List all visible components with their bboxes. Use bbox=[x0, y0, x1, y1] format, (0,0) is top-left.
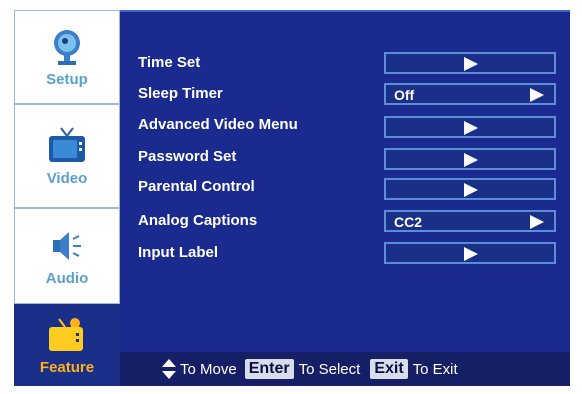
navigation-help-bar: To Move Enter To Select Exit To Exit bbox=[120, 352, 570, 386]
menu-label-advanced-video-menu[interactable]: Advanced Video Menu bbox=[138, 116, 298, 133]
feature-tv-icon bbox=[45, 315, 89, 355]
exit-key: Exit bbox=[370, 359, 408, 379]
play-arrow-icon bbox=[464, 153, 478, 167]
play-arrow-icon bbox=[464, 247, 478, 261]
tv-settings-screen: Setup Video Audio Feature Time Set Sleep… bbox=[0, 0, 582, 394]
menu-label-time-set[interactable]: Time Set bbox=[138, 54, 200, 71]
menu-label-password-set[interactable]: Password Set bbox=[138, 148, 236, 165]
analog-captions-field[interactable]: CC2 bbox=[384, 210, 556, 232]
select-hint: To Select bbox=[298, 360, 361, 378]
enter-key: Enter bbox=[244, 359, 294, 379]
play-arrow-icon bbox=[464, 121, 478, 135]
move-hint: To Move bbox=[180, 360, 237, 378]
exit-hint: To Exit bbox=[412, 360, 458, 378]
analog-captions-value: CC2 bbox=[394, 214, 423, 230]
feature-menu-panel: Time Set Sleep Timer Off Advanced Video … bbox=[120, 10, 570, 386]
play-arrow-icon bbox=[464, 183, 478, 197]
up-down-arrows-icon bbox=[162, 359, 176, 379]
category-sidebar: Setup Video Audio Feature bbox=[14, 10, 120, 386]
sidebar-item-feature[interactable]: Feature bbox=[14, 304, 120, 386]
sidebar-item-label: Audio bbox=[45, 269, 89, 287]
speaker-icon bbox=[45, 226, 89, 266]
input-label-field[interactable] bbox=[384, 242, 556, 264]
sidebar-item-label: Setup bbox=[46, 70, 88, 88]
menu-label-input-label[interactable]: Input Label bbox=[138, 244, 218, 261]
menu-label-analog-captions[interactable]: Analog Captions bbox=[138, 212, 257, 229]
play-arrow-icon bbox=[530, 215, 544, 229]
satellite-dish-icon bbox=[45, 27, 89, 67]
play-arrow-icon bbox=[464, 57, 478, 71]
sidebar-item-video[interactable]: Video bbox=[14, 104, 120, 208]
menu-label-sleep-timer[interactable]: Sleep Timer bbox=[138, 85, 223, 102]
sleep-timer-field[interactable]: Off bbox=[384, 83, 556, 105]
tv-icon bbox=[45, 126, 89, 166]
sidebar-item-label: Feature bbox=[39, 358, 95, 376]
advanced-video-menu-field[interactable] bbox=[384, 116, 556, 138]
time-set-field[interactable] bbox=[384, 52, 556, 74]
password-set-field[interactable] bbox=[384, 148, 556, 170]
play-arrow-icon bbox=[530, 88, 544, 102]
sidebar-item-audio[interactable]: Audio bbox=[14, 208, 120, 304]
sidebar-item-setup[interactable]: Setup bbox=[14, 10, 120, 104]
parental-control-field[interactable] bbox=[384, 178, 556, 200]
sidebar-item-label: Video bbox=[46, 169, 88, 187]
menu-label-parental-control[interactable]: Parental Control bbox=[138, 178, 255, 195]
sleep-timer-value: Off bbox=[394, 87, 415, 103]
